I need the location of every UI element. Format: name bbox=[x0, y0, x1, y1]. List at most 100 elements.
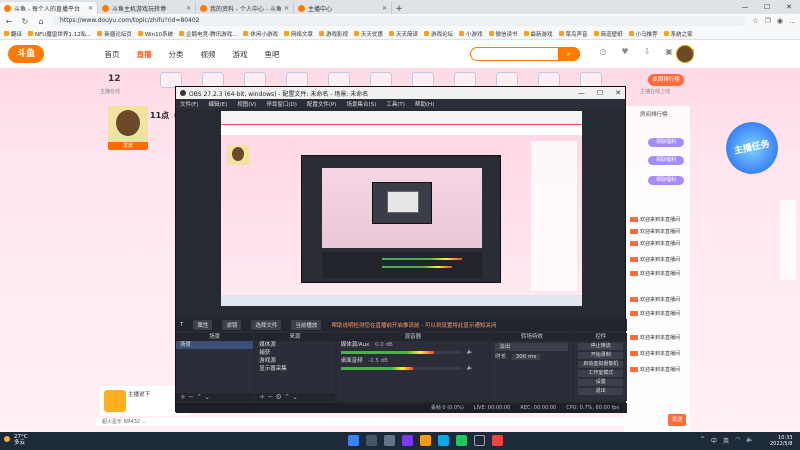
source-item[interactable]: 媒体源 bbox=[255, 341, 334, 349]
now-playing-button[interactable]: 当前播放 bbox=[291, 320, 322, 330]
language-indicator[interactable]: 英 bbox=[723, 436, 729, 445]
refresh-icon[interactable]: ↻ bbox=[20, 17, 30, 26]
send-button[interactable]: 发送 bbox=[668, 414, 686, 426]
close-tab-icon[interactable]: ✕ bbox=[88, 5, 93, 12]
bookmark-item[interactable]: 简道壁纸 bbox=[593, 30, 623, 38]
bookmark-item[interactable]: 游戏论坛 bbox=[423, 30, 453, 38]
chat-icon[interactable] bbox=[402, 435, 413, 446]
search-icon[interactable]: ⌕ bbox=[558, 47, 580, 61]
scene-item[interactable]: 场景 bbox=[176, 341, 254, 349]
bookmark-item[interactable]: 企鹅电竞-腾讯游戏... bbox=[179, 30, 237, 38]
browser-tab-4[interactable]: 主播中心 ✕ bbox=[294, 2, 392, 14]
network-icon[interactable]: ◠ bbox=[735, 436, 740, 445]
bookmark-item[interactable]: 最新游戏 bbox=[523, 30, 553, 38]
bookmark-item[interactable]: 游戏影视 bbox=[318, 30, 348, 38]
app-icon[interactable] bbox=[492, 435, 503, 446]
profile-icon[interactable]: ◉ bbox=[777, 17, 783, 25]
menu-edit[interactable]: 编辑(E) bbox=[208, 100, 227, 108]
close-window-icon[interactable]: ✕ bbox=[778, 0, 800, 14]
ime-indicator[interactable]: 中 bbox=[711, 436, 717, 445]
bookmark-item[interactable]: 翻译 bbox=[4, 30, 22, 38]
bookmark-item[interactable]: NFU魔兽世界1.12私... bbox=[28, 30, 91, 38]
close-tab-icon[interactable]: ✕ bbox=[186, 5, 191, 12]
nav-video[interactable]: 视频 bbox=[192, 49, 224, 60]
nav-game[interactable]: 游戏 bbox=[224, 49, 256, 60]
menu-docks[interactable]: 停靠窗口(D) bbox=[266, 100, 297, 108]
close-tab-icon[interactable]: ✕ bbox=[284, 5, 289, 12]
maximize-icon[interactable]: ☐ bbox=[756, 0, 778, 14]
close-tab-icon[interactable]: ✕ bbox=[382, 5, 387, 12]
menu-help[interactable]: 帮助(H) bbox=[415, 100, 434, 108]
search-icon[interactable] bbox=[366, 435, 377, 446]
bookmark-item[interactable]: 小游戏 bbox=[459, 30, 483, 38]
download-icon[interactable]: ⇩ bbox=[642, 47, 652, 59]
source-item[interactable]: 显示器采集 bbox=[255, 365, 334, 373]
streamer-avatar-card[interactable]: 发放 bbox=[108, 106, 148, 150]
search-input[interactable]: ⌕ bbox=[470, 47, 580, 61]
bookmark-item[interactable]: 天天优惠 bbox=[353, 30, 383, 38]
chat-tab-rank[interactable]: 房间排行榜 bbox=[640, 110, 668, 118]
scene-controls[interactable]: + − ⌃ ⌄ bbox=[176, 393, 254, 401]
streamer-task-promo[interactable]: 主播任务 bbox=[721, 117, 783, 179]
start-recording-button[interactable]: 开始录制 bbox=[578, 352, 623, 359]
browser-tab-2[interactable]: 斗鱼主机游戏玩转博 ✕ bbox=[98, 2, 196, 14]
bookmark-item[interactable]: 网络文章 bbox=[283, 30, 313, 38]
minimize-icon[interactable]: — bbox=[734, 0, 756, 14]
url-input[interactable]: https://www.douyu.com/topic/zhifu?rid=80… bbox=[52, 16, 747, 26]
stop-streaming-button[interactable]: 停止推流 bbox=[578, 343, 623, 350]
menu-tools[interactable]: 工具(T) bbox=[386, 100, 405, 108]
source-controls[interactable]: + − ⚙ ⌃ ⌄ bbox=[255, 393, 335, 401]
tray-overflow-icon[interactable]: ^ bbox=[700, 436, 705, 445]
douyu-logo[interactable]: 斗鱼 bbox=[8, 45, 44, 63]
more-menu-icon[interactable]: … bbox=[789, 17, 796, 25]
duration-input[interactable]: 300 ms bbox=[511, 354, 541, 360]
nav-home[interactable]: 首页 bbox=[96, 49, 128, 60]
nav-live[interactable]: 直播 bbox=[128, 49, 160, 60]
live-icon[interactable]: ▣ bbox=[664, 47, 674, 59]
bookmark-item[interactable]: 系统之家 bbox=[663, 30, 693, 38]
home-icon[interactable]: ⌂ bbox=[36, 17, 46, 26]
exit-button[interactable]: 退出 bbox=[578, 388, 623, 395]
mixer-track-meter[interactable]: 🔈 bbox=[337, 365, 490, 373]
close-window-icon[interactable]: ✕ bbox=[615, 89, 621, 97]
edge-browser-icon[interactable] bbox=[438, 435, 449, 446]
collections-icon[interactable]: ❐ bbox=[765, 17, 771, 25]
mixer-track-slider[interactable] bbox=[340, 367, 461, 370]
bookmark-item[interactable]: 小马推荐 bbox=[628, 30, 658, 38]
transition-select[interactable]: 淡出 bbox=[495, 343, 569, 351]
start-virtual-camera-button[interactable]: 启动虚拟摄像机 bbox=[578, 361, 623, 368]
favorite-star-icon[interactable]: ☆ bbox=[752, 17, 758, 25]
source-item[interactable]: 捕获 bbox=[255, 349, 334, 357]
weekly-rank-button[interactable]: 本周排行榜 bbox=[648, 74, 684, 86]
bookmark-item[interactable]: Win10系统 bbox=[137, 30, 173, 38]
back-icon[interactable]: ← bbox=[4, 17, 14, 26]
user-avatar[interactable] bbox=[676, 45, 694, 63]
minimize-icon[interactable]: — bbox=[578, 89, 585, 97]
task-view-icon[interactable] bbox=[384, 435, 395, 446]
obs-taskbar-icon[interactable] bbox=[474, 435, 485, 446]
menu-profile[interactable]: 配置文件(P) bbox=[307, 100, 337, 108]
mixer-track-meter[interactable]: 🔈 bbox=[337, 349, 490, 357]
source-item[interactable]: 游戏源 bbox=[255, 357, 334, 365]
new-tab-button[interactable]: + bbox=[392, 4, 406, 14]
gift-badge[interactable]: 领取福利 bbox=[648, 156, 684, 165]
store-icon[interactable] bbox=[456, 435, 467, 446]
taskbar-clock[interactable]: 10:33 2022/5/8 bbox=[770, 435, 792, 447]
mixer-track-slider[interactable] bbox=[340, 351, 461, 354]
filters-button[interactable]: 滤镜 bbox=[222, 320, 242, 330]
weather-widget[interactable]: 27°C 多云 bbox=[4, 434, 28, 446]
browser-tab-3[interactable]: 我的资料 - 个人中心 - 斗鱼 ✕ bbox=[196, 2, 294, 14]
bookmark-item[interactable]: 天天简读 bbox=[388, 30, 418, 38]
windows-start-icon[interactable] bbox=[348, 435, 359, 446]
select-file-button[interactable]: 选择文件 bbox=[251, 320, 282, 330]
nav-fishbar[interactable]: 鱼吧 bbox=[256, 49, 288, 60]
properties-button[interactable]: 属性 bbox=[193, 320, 213, 330]
file-explorer-icon[interactable] bbox=[420, 435, 431, 446]
menu-scene-collection[interactable]: 场景集合(S) bbox=[346, 100, 376, 108]
menu-file[interactable]: 文件(F) bbox=[180, 100, 198, 108]
bookmark-item[interactable]: 新疆论坛页 bbox=[97, 30, 132, 38]
studio-mode-button[interactable]: 工作室模式 bbox=[578, 370, 623, 377]
follow-icon[interactable]: ♥ bbox=[620, 47, 630, 59]
history-icon[interactable]: ◷ bbox=[598, 47, 608, 59]
bookmark-item[interactable]: 休闲小游戏 bbox=[243, 30, 278, 38]
